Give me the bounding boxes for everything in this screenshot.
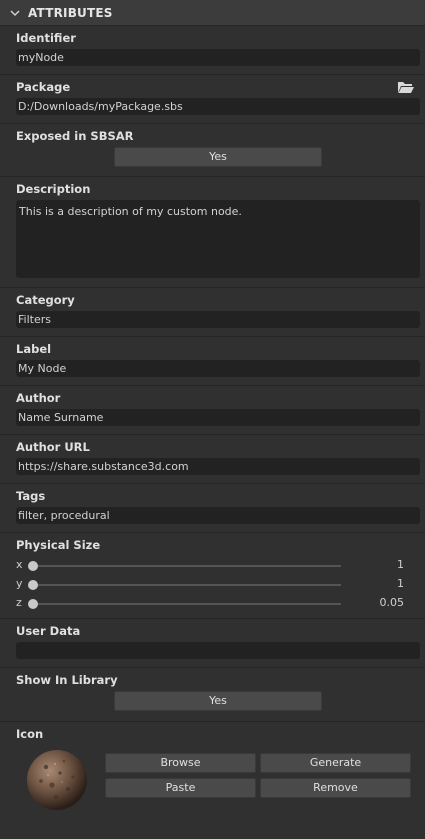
author-url-label: Author URL (16, 440, 90, 454)
axis-y-label: y (16, 577, 23, 590)
label-label: Label (16, 342, 52, 356)
show-in-library-section: Show In Library Yes (0, 668, 425, 722)
material-sphere-icon (27, 750, 87, 810)
package-section: Package D:/Downloads/myPackage.sbs (0, 75, 425, 124)
author-url-section: Author URL https://share.substance3d.com (0, 435, 425, 484)
slider-x-handle[interactable] (28, 561, 38, 571)
category-section: Category Filters (0, 288, 425, 337)
paste-button[interactable]: Paste (105, 778, 256, 798)
attributes-header[interactable]: ATTRIBUTES (0, 0, 425, 26)
icon-label: Icon (16, 727, 44, 741)
author-field[interactable]: Name Surname (16, 409, 420, 426)
user-data-field[interactable] (16, 642, 420, 659)
tags-section: Tags filter, procedural (0, 484, 425, 533)
author-label: Author (16, 391, 61, 405)
label-section: Label My Node (0, 337, 425, 386)
remove-button[interactable]: Remove (260, 778, 411, 798)
axis-x-label: x (16, 558, 23, 571)
author-url-field[interactable]: https://share.substance3d.com (16, 458, 420, 475)
author-section: Author Name Surname (0, 386, 425, 435)
identifier-field[interactable]: myNode (16, 49, 420, 66)
slider-z-track[interactable] (33, 603, 341, 605)
physical-size-z-row: z 0.05 (16, 594, 420, 613)
attributes-panel: ATTRIBUTES Identifier myNode Package D:/… (0, 0, 425, 839)
tags-label: Tags (16, 489, 46, 503)
description-textarea[interactable]: This is a description of my custom node. (16, 200, 420, 278)
user-data-label: User Data (16, 624, 81, 638)
label-field[interactable]: My Node (16, 360, 420, 377)
category-label: Category (16, 293, 75, 307)
identifier-section: Identifier myNode (0, 26, 425, 75)
slider-x-track[interactable] (33, 565, 341, 567)
package-label: Package (16, 80, 71, 94)
exposed-label: Exposed in SBSAR (16, 129, 134, 143)
physical-size-y-row: y 1 (16, 575, 420, 594)
package-field[interactable]: D:/Downloads/myPackage.sbs (16, 98, 420, 115)
physical-size-x-row: x 1 (16, 556, 420, 575)
user-data-section: User Data (0, 619, 425, 668)
icon-row: Browse Generate Paste Remove (16, 745, 420, 825)
generate-button[interactable]: Generate (260, 753, 411, 773)
identifier-label: Identifier (16, 31, 76, 45)
category-field[interactable]: Filters (16, 311, 420, 328)
physical-size-label: Physical Size (16, 538, 101, 552)
physical-size-section: Physical Size x 1 y 1 z 0.05 (0, 533, 425, 619)
icon-section: Icon Browse Generate Paste Remove (0, 722, 425, 837)
slider-z-value[interactable]: 0.05 (380, 596, 405, 609)
axis-z-label: z (16, 596, 22, 609)
folder-icon[interactable] (397, 79, 415, 95)
slider-z-handle[interactable] (28, 599, 38, 609)
show-in-library-label: Show In Library (16, 673, 118, 687)
tags-field[interactable]: filter, procedural (16, 507, 420, 524)
slider-y-value[interactable]: 1 (397, 577, 404, 590)
attributes-title: ATTRIBUTES (28, 5, 113, 20)
chevron-down-icon[interactable] (8, 6, 22, 20)
slider-y-track[interactable] (33, 584, 341, 586)
browse-button[interactable]: Browse (105, 753, 256, 773)
slider-y-handle[interactable] (28, 580, 38, 590)
exposed-toggle-button[interactable]: Yes (114, 147, 322, 167)
description-label: Description (16, 182, 91, 196)
description-section: Description This is a description of my … (0, 177, 425, 288)
exposed-section: Exposed in SBSAR Yes (0, 124, 425, 177)
show-in-library-toggle-button[interactable]: Yes (114, 691, 322, 711)
slider-x-value[interactable]: 1 (397, 558, 404, 571)
